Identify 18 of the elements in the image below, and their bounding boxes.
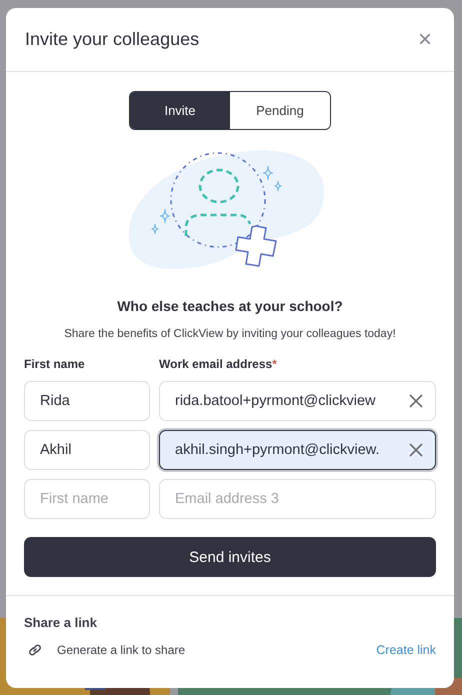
email-field[interactable]: Email address 3 xyxy=(159,479,436,519)
first-name-label: First name xyxy=(24,357,86,371)
email-label: Work email address* xyxy=(159,357,278,371)
first-name-field[interactable]: Akhil xyxy=(24,430,150,470)
section-heading: Who else teaches at your school? xyxy=(117,298,343,314)
share-title: Share a link xyxy=(24,615,98,630)
email-field[interactable]: akhil.singh+pyrmont@clickview. xyxy=(159,430,436,470)
dialog-title: Invite your colleagues xyxy=(25,29,200,50)
first-name-field[interactable]: First name xyxy=(24,479,150,519)
link-icon xyxy=(27,642,43,658)
first-name-field[interactable]: Rida xyxy=(24,381,150,421)
send-invites-button[interactable]: Send invites xyxy=(24,537,436,577)
clear-icon[interactable] xyxy=(408,393,424,409)
clear-icon[interactable] xyxy=(408,442,424,458)
email-field[interactable]: rida.batool+pyrmont@clickview xyxy=(159,381,436,421)
share-description: Generate a link to share xyxy=(57,643,186,657)
tab[interactable]: Invite xyxy=(130,92,230,129)
section-subtitle: Share the benefits of ClickView by inviting your colleagues today! xyxy=(64,328,396,340)
